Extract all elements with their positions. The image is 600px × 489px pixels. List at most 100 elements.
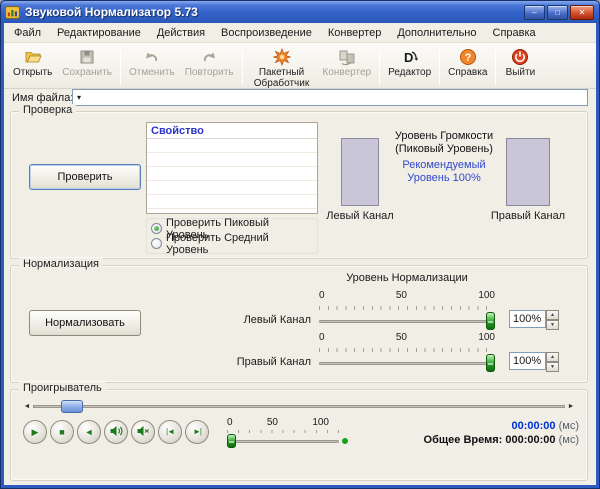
minimize-button[interactable]: – [524, 4, 545, 20]
scale-0: 0 [319, 332, 325, 343]
converter-button-label: Конвертер [322, 67, 372, 78]
trackbar-groove[interactable] [33, 405, 565, 408]
left-channel-spinner: 100% ▲ ▼ [509, 310, 559, 330]
previous-icon: |◄ [166, 427, 175, 436]
radio-button-icon[interactable] [151, 223, 162, 234]
radio-average-level[interactable]: Проверить Средний Уровень [151, 232, 313, 256]
open-button-label: Открыть [13, 67, 53, 78]
left-channel-slider-label: Левый Канал [243, 314, 311, 326]
slider-groove[interactable] [227, 440, 339, 443]
batch-processor-label: Пакетный Обработчик [253, 67, 310, 89]
scale-0: 0 [227, 417, 233, 428]
volume-slider-handle[interactable] [227, 434, 236, 448]
stop-button[interactable]: ■ [50, 420, 74, 444]
menu-playback[interactable]: Воспроизведение [213, 23, 320, 43]
spin-down-icon[interactable]: ▼ [546, 362, 559, 372]
menu-converter[interactable]: Конвертер [320, 23, 389, 43]
maximize-button[interactable]: □ [547, 4, 568, 20]
total-time-value: 000:00:00 [505, 434, 556, 446]
redo-button-label: Повторить [184, 67, 234, 78]
check-mode-radios: Проверить Пиковый Уровень Проверить Сред… [146, 217, 318, 256]
right-channel-meter [506, 138, 550, 206]
menu-file[interactable]: Файл [6, 23, 49, 43]
filename-combobox[interactable]: ▾ [72, 89, 588, 106]
toolbar-separator [495, 48, 497, 85]
slider-groove[interactable] [319, 362, 495, 365]
menu-help[interactable]: Справка [485, 23, 544, 43]
filename-input[interactable] [87, 90, 585, 105]
current-time-unit: (мс) [558, 420, 579, 432]
playback-position-trackbar[interactable]: ◄ ► [21, 399, 577, 415]
menu-bar: Файл Редактирование Действия Воспроизвед… [4, 23, 596, 43]
left-channel-slider[interactable] [319, 312, 495, 330]
filename-label: Имя файла: [12, 92, 74, 104]
radio-button-icon[interactable] [151, 238, 162, 249]
scale-50: 50 [395, 332, 407, 343]
radio-average-label: Проверить Средний Уровень [166, 231, 269, 256]
normalization-group-label: Нормализация [19, 258, 103, 270]
track-right-arrow-icon[interactable]: ► [565, 399, 577, 415]
next-button[interactable]: ►| [185, 420, 209, 444]
play-button[interactable]: ▶ [23, 420, 47, 444]
batch-star-icon [272, 47, 291, 66]
property-table: Свойство [146, 122, 318, 214]
previous-button[interactable]: |◄ [158, 420, 182, 444]
volume-button[interactable] [104, 420, 128, 444]
undo-arrow-icon [143, 47, 161, 66]
title-bar: Звуковой Нормализатор 5.73 – □ ✕ [1, 1, 599, 23]
window-title: Звуковой Нормализатор 5.73 [25, 5, 198, 19]
spin-up-icon[interactable]: ▲ [546, 310, 559, 320]
help-button-label: Справка [448, 67, 488, 78]
toolbar-separator [439, 48, 441, 85]
editor-button-label: Редактор [388, 67, 432, 78]
open-button[interactable]: Открыть [8, 45, 57, 79]
check-button[interactable]: Проверить [29, 164, 141, 190]
normalize-button[interactable]: Нормализовать [29, 310, 141, 336]
spin-up-icon[interactable]: ▲ [546, 352, 559, 362]
menu-actions[interactable]: Действия [149, 23, 213, 43]
player-group-label: Проигрыватель [19, 382, 106, 394]
scale-50: 50 [395, 290, 407, 301]
slider-handle[interactable] [486, 312, 495, 330]
property-table-header[interactable]: Свойство [147, 123, 317, 139]
menu-extra[interactable]: Дополнительно [389, 23, 484, 43]
mute-button[interactable] [131, 420, 155, 444]
stop-icon: ■ [59, 426, 65, 437]
help-icon: ? [459, 47, 477, 66]
toolbar-separator [379, 48, 381, 85]
right-slider-ticks [319, 348, 495, 352]
right-channel-slider[interactable] [319, 354, 495, 372]
editor-icon: D [401, 47, 419, 66]
editor-button[interactable]: D Редактор [383, 45, 436, 79]
scale-100: 100 [312, 417, 329, 428]
rewind-button[interactable]: ◄ [77, 420, 101, 444]
table-row [147, 153, 317, 167]
toolbar-separator [119, 48, 121, 85]
left-channel-label: Левый Канал [326, 210, 394, 222]
volume-level-title: Уровень Громкости (Пиковый Уровень) [394, 130, 494, 155]
slider-groove[interactable] [319, 320, 495, 323]
normalization-level-title: Уровень Нормализации [346, 272, 468, 284]
table-row [147, 139, 317, 153]
speaker-muted-icon [136, 424, 150, 440]
undo-button-label: Отменить [128, 67, 175, 78]
exit-button[interactable]: Выйти [499, 45, 541, 79]
check-group-label: Проверка [19, 104, 77, 116]
left-channel-value[interactable]: 100% [509, 310, 546, 328]
chevron-down-icon[interactable]: ▾ [77, 91, 81, 105]
slider-handle[interactable] [486, 354, 495, 372]
toolbar: Открыть Сохранить Отменить Повторить Пак… [4, 43, 596, 89]
scale-0: 0 [319, 290, 325, 301]
help-button[interactable]: ? Справка [443, 45, 492, 79]
volume-slider[interactable] [227, 434, 339, 448]
close-button[interactable]: ✕ [570, 4, 594, 20]
trackbar-thumb[interactable] [61, 400, 83, 413]
batch-processor-button[interactable]: Пакетный Обработчик [246, 45, 318, 90]
spin-down-icon[interactable]: ▼ [546, 320, 559, 330]
check-group: Проверка Проверить Свойство Проверить Пи… [10, 104, 588, 259]
save-button-label: Сохранить [62, 67, 112, 78]
menu-edit[interactable]: Редактирование [49, 23, 149, 43]
track-left-arrow-icon[interactable]: ◄ [21, 399, 33, 415]
current-time-value: 00:00:00 [511, 420, 556, 432]
right-channel-value[interactable]: 100% [509, 352, 546, 370]
